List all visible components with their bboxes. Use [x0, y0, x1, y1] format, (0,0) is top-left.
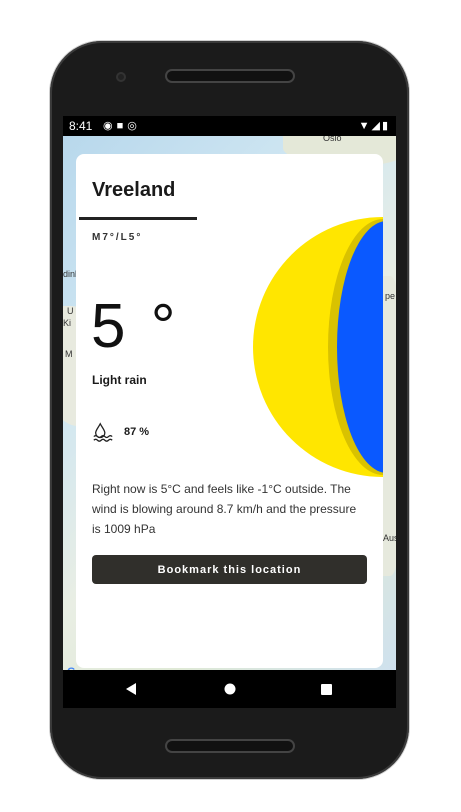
- map-label: pe: [385, 291, 396, 301]
- shield-icon: ◉: [103, 120, 117, 132]
- recents-button[interactable]: [306, 670, 346, 708]
- current-temperature: 5 °: [91, 292, 180, 361]
- weather-description: Right now is 5°C and feels like -1°C out…: [92, 482, 357, 536]
- back-triangle-icon: [126, 683, 136, 695]
- back-button[interactable]: [111, 670, 151, 708]
- sd-card-icon: ■: [116, 120, 128, 132]
- map-label: M: [65, 349, 73, 359]
- weather-condition: Light rain: [92, 373, 147, 387]
- front-camera: [116, 72, 126, 82]
- status-bar: 8:41 ◉■◎ ▼◢▮: [63, 116, 396, 136]
- min-max-temperature: M7°/L5°: [92, 232, 143, 243]
- navigation-bar: [63, 670, 396, 708]
- battery-icon: ▮: [381, 120, 390, 132]
- moon-phase-icon: [253, 217, 383, 477]
- top-speaker: [165, 69, 295, 83]
- recents-square-icon: [320, 683, 332, 695]
- city-underline: [79, 217, 197, 220]
- status-right-icons: ▼◢▮: [359, 116, 390, 136]
- map-label: U: [67, 306, 74, 316]
- device-screen: 8:41 ◉■◎ ▼◢▮ Oslo dinb U Ki M pe Aus G V…: [63, 116, 396, 708]
- map-label: Aus: [383, 533, 396, 543]
- city-name: Vreeland: [92, 179, 176, 201]
- weather-card: Vreeland M7°/L5° 5 ° Light rain 87 % Rig…: [76, 154, 383, 668]
- status-time: 8:41: [69, 119, 93, 133]
- home-button[interactable]: [210, 670, 250, 708]
- sync-icon: ◎: [127, 120, 141, 132]
- signal-icon: ◢: [371, 120, 382, 132]
- map-label: Ki: [63, 318, 72, 328]
- humidity-icon: [93, 422, 113, 442]
- home-circle-icon: [224, 683, 236, 695]
- humidity-row: 87 %: [92, 420, 149, 444]
- bookmark-location-button[interactable]: Bookmark this location: [92, 555, 367, 584]
- humidity-value: 87 %: [124, 426, 150, 438]
- status-left-icons: ◉■◎: [103, 116, 141, 136]
- wifi-icon: ▼: [358, 120, 372, 132]
- bottom-speaker: [165, 739, 295, 753]
